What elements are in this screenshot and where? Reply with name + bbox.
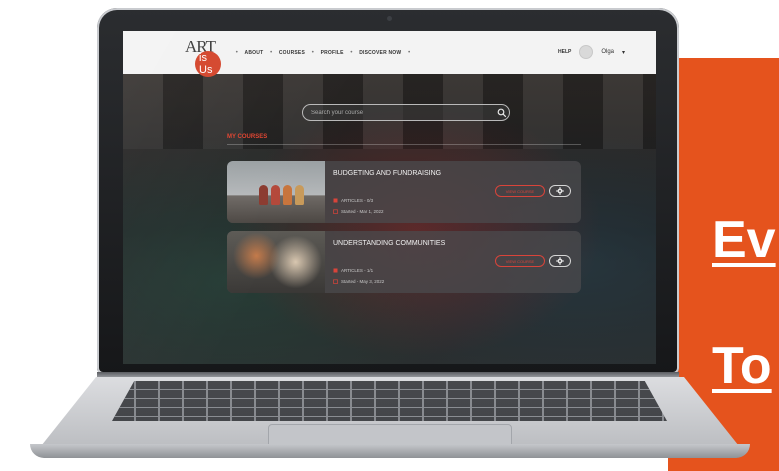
- course-card[interactable]: UNDERSTANDING COMMUNITIES ARTICLES - 1/1…: [227, 231, 581, 293]
- nav-bullet-icon: •: [349, 49, 354, 56]
- view-course-button[interactable]: VIEW COURSE: [495, 255, 545, 267]
- keyboard-rows: [112, 381, 667, 421]
- gear-icon: [556, 257, 564, 265]
- nav-links: • ABOUT • COURSES • PROFILE • DISCOVER N…: [235, 49, 411, 56]
- user-name[interactable]: Olga: [601, 49, 614, 55]
- promo-heading-line-2[interactable]: To: [712, 340, 772, 392]
- book-icon: [333, 198, 338, 203]
- nav-link-about[interactable]: ABOUT: [245, 50, 264, 56]
- pawn-figures-photo: [227, 161, 325, 223]
- nav-bullet-icon: •: [311, 49, 315, 56]
- camera-icon: [387, 16, 392, 21]
- course-card[interactable]: BUDGETING AND FUNDRAISING ARTICLES - 0/3…: [227, 161, 581, 223]
- nav-bullet-icon: •: [235, 49, 239, 56]
- promo-heading-line-1[interactable]: Ev: [712, 214, 776, 266]
- laptop-front-edge: [30, 444, 750, 458]
- stage: ART is Us • ABOUT • COURSES • PROFILE • …: [0, 0, 779, 471]
- search-input[interactable]: [311, 108, 491, 118]
- help-link[interactable]: HELP: [558, 49, 571, 55]
- course-progress-text: ARTICLES - 1/1: [341, 268, 374, 273]
- laptop-screen: ART is Us • ABOUT • COURSES • PROFILE • …: [123, 31, 656, 364]
- nav-link-profile[interactable]: PROFILE: [321, 50, 344, 56]
- pawn-figure: [295, 185, 304, 205]
- course-date-text: Started - May 3, 2022: [341, 279, 385, 284]
- avatar[interactable]: [579, 45, 594, 59]
- search-icon[interactable]: [497, 108, 507, 118]
- pawn-figure: [259, 185, 268, 205]
- course-title[interactable]: BUDGETING AND FUNDRAISING: [333, 170, 441, 177]
- pawn-figure: [283, 185, 292, 205]
- course-title[interactable]: UNDERSTANDING COMMUNITIES: [333, 240, 445, 247]
- course-date-text: Started - Mar 1, 2022: [341, 209, 384, 214]
- course-progress: ARTICLES - 0/3: [333, 198, 373, 203]
- course-date: Started - May 3, 2022: [333, 279, 384, 284]
- course-date: Started - Mar 1, 2022: [333, 209, 384, 214]
- group-meeting-photo: [227, 231, 325, 293]
- logo-subtext: is Us: [195, 51, 221, 77]
- course-settings-button[interactable]: [549, 255, 571, 267]
- section-divider: [227, 144, 581, 145]
- top-navbar: ART is Us • ABOUT • COURSES • PROFILE • …: [123, 31, 656, 77]
- calendar-icon: [333, 209, 338, 214]
- search-bar: [302, 104, 510, 121]
- course-progress-text: ARTICLES - 0/3: [341, 198, 374, 203]
- nav-link-discover-now[interactable]: DISCOVER NOW: [359, 50, 401, 56]
- gear-icon: [556, 187, 564, 195]
- nav-user-area: HELP Olga ▾: [558, 45, 625, 59]
- view-course-button[interactable]: VIEW COURSE: [495, 185, 545, 197]
- book-icon: [333, 268, 338, 273]
- pawn-figure: [271, 185, 280, 205]
- nav-bullet-icon: •: [269, 49, 273, 56]
- chevron-down-icon[interactable]: ▾: [622, 49, 625, 56]
- course-progress: ARTICLES - 1/1: [333, 268, 373, 273]
- my-courses-heading: MY COURSES: [227, 134, 268, 140]
- nav-bullet-icon: •: [407, 49, 411, 56]
- nav-link-courses[interactable]: COURSES: [279, 50, 305, 56]
- site-logo[interactable]: ART is Us: [181, 37, 221, 77]
- calendar-icon: [333, 279, 338, 284]
- course-settings-button[interactable]: [549, 185, 571, 197]
